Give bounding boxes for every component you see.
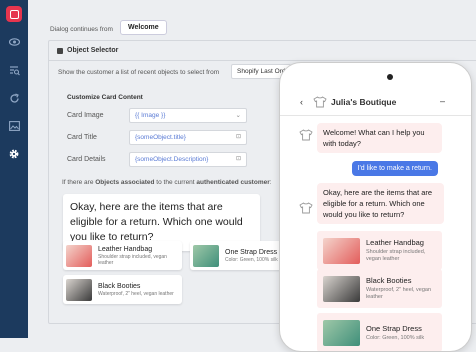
sidebar	[0, 0, 28, 338]
phone-preview: ‹ Julia's Boutique – Welcome! What can I…	[279, 62, 472, 352]
variable-icon[interactable]: ⊡	[236, 155, 241, 162]
condition-auth: authenticated customer	[196, 179, 270, 186]
bot-avatar-icon	[299, 129, 313, 143]
minimize-icon[interactable]: –	[440, 96, 445, 106]
customize-heading: Customize Card Content	[67, 94, 143, 101]
preview-card[interactable]: Leather Handbag Shoulder strap included, …	[63, 241, 182, 270]
card-title: Black Booties	[98, 282, 141, 290]
image-icon[interactable]	[8, 120, 20, 132]
preview-card[interactable]: Black Booties Waterproof, 2" heel, vegan …	[63, 275, 182, 304]
phone-camera	[387, 74, 393, 80]
product-card[interactable]: One Strap Dress Color: Green, 100% silk	[317, 313, 442, 351]
handbag-image	[66, 244, 92, 267]
product-desc: Waterproof, 2" heel, vegan leather	[366, 287, 432, 300]
dress-image	[323, 319, 360, 346]
card-title-label: Card Title	[67, 134, 97, 141]
booties-image	[323, 275, 360, 302]
product-card[interactable]: Leather Handbag Shoulder strap included, …	[317, 231, 442, 270]
panel-title: Object Selector	[67, 47, 119, 54]
product-title: One Strap Dress	[366, 323, 422, 333]
booties-image	[66, 278, 92, 301]
bot-message-welcome: Welcome! What can I help you with today?	[317, 123, 442, 153]
card-title: One Strap Dress	[225, 248, 278, 256]
card-details-label: Card Details	[67, 156, 106, 163]
product-title: Leather Handbag	[366, 238, 424, 247]
card-details-value: {someObject.Description}	[135, 156, 209, 163]
product-title: Black Booties	[366, 276, 412, 285]
card-title-input[interactable]: {someObject.title} ⊡	[129, 130, 247, 145]
dress-image	[193, 244, 219, 267]
eye-icon[interactable]	[8, 36, 20, 48]
card-desc: Shoulder strap included, vegan leather	[98, 253, 167, 266]
shirt-logo-icon	[313, 96, 327, 110]
object-selector-instruction: Show the customer a list of recent objec…	[58, 69, 220, 76]
gear-icon[interactable]	[8, 148, 20, 160]
list-search-icon[interactable]	[8, 64, 20, 76]
handbag-image	[323, 237, 360, 264]
condition-text: If there are Objects associated to the c…	[62, 179, 272, 186]
user-message: I'd like to make a return.	[351, 161, 438, 176]
card-desc: Color: Green, 100% silk	[225, 256, 278, 263]
card-image-label: Card Image	[67, 112, 104, 119]
dialog-continues-label: Dialog continues from	[50, 26, 113, 33]
bot-message-eligible: Okay, here are the items that are eligib…	[317, 183, 444, 224]
variable-icon[interactable]: ⊡	[236, 133, 241, 140]
shop-name: Julia's Boutique	[331, 97, 397, 107]
card-image-select[interactable]: {{ Image }} ⌄	[129, 108, 247, 123]
bot-avatar-icon	[299, 202, 313, 216]
condition-suffix: :	[269, 179, 272, 186]
product-desc: Color: Green, 100% silk	[366, 334, 425, 341]
chat-header: ‹ Julia's Boutique –	[280, 90, 471, 116]
condition-middle: to the current	[154, 179, 197, 186]
drag-handle-icon[interactable]	[57, 47, 63, 54]
product-desc: Shoulder strap included, vegan leather	[366, 249, 426, 262]
product-card[interactable]: Black Booties Waterproof, 2" heel, vegan …	[317, 269, 442, 308]
divider	[49, 60, 476, 61]
app-logo-icon[interactable]	[6, 6, 22, 22]
back-arrow-icon[interactable]: ‹	[300, 97, 303, 107]
card-image-value: {{ Image }}	[135, 112, 166, 119]
card-desc: Waterproof, 2" heel, vegan leather	[98, 290, 174, 297]
card-details-input[interactable]: {someObject.Description} ⊡	[129, 152, 247, 167]
condition-prefix: If there are	[62, 179, 96, 186]
card-title: Leather Handbag	[98, 245, 153, 253]
condition-objects: Objects associated	[95, 179, 155, 186]
dialog-continues-select[interactable]: Welcome	[120, 20, 167, 35]
chevron-down-icon: ⌄	[235, 112, 241, 119]
card-title-value: {someObject.title}	[135, 134, 186, 141]
panel-header: Object Selector	[57, 47, 118, 54]
refresh-icon[interactable]	[8, 92, 20, 104]
